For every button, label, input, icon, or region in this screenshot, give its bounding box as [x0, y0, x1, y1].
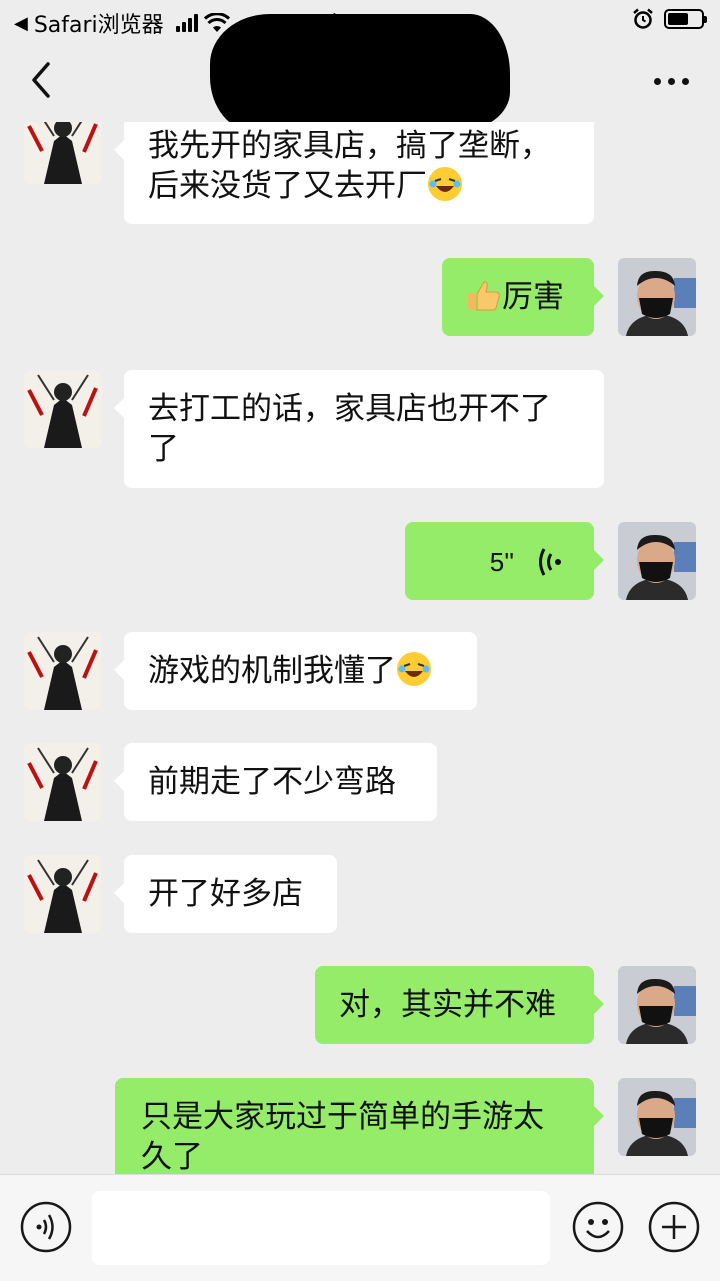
message-bubble-outgoing[interactable]: 只是大家玩过于简单的手游太 久了 [115, 1078, 604, 1174]
message-bubble-incoming[interactable]: 开了好多店 [114, 855, 337, 933]
message-text: 对，其实并不难 [339, 987, 556, 1023]
message-text: 去打工的话，家具店也开不了 [148, 391, 551, 427]
alarm-icon [633, 8, 653, 29]
message-bubble-incoming[interactable]: 游戏的机制我懂了 [114, 632, 477, 710]
message-bubble-outgoing[interactable]: 厉害 [442, 258, 604, 336]
contact-avatar[interactable] [24, 855, 102, 933]
my-avatar[interactable] [618, 258, 696, 336]
message-bubble-incoming[interactable]: 前期走了不少弯路 [114, 743, 437, 821]
thumbs-up-emoji-icon [468, 281, 500, 311]
message-text-line2: 久了 [141, 1139, 203, 1174]
message-text-line2: 了 [148, 431, 179, 467]
laughing-crying-emoji-icon [397, 652, 431, 686]
message-list[interactable]: 我先开的家具店，搞了垄断， 后来没货了又去开厂 厉害 去打工的话，家具店也开不了… [0, 122, 720, 1174]
my-avatar[interactable] [618, 1078, 696, 1156]
my-avatar[interactable] [618, 966, 696, 1044]
message-bubble-outgoing[interactable]: 对，其实并不难 [315, 966, 604, 1044]
add-more-icon[interactable] [648, 1201, 700, 1253]
contact-avatar[interactable] [24, 632, 102, 710]
message-text-line2: 后来没货了又去开厂 [148, 166, 570, 206]
message-bubble-incoming[interactable]: 我先开的家具店，搞了垄断， 后来没货了又去开厂 [114, 122, 594, 224]
message-text: 厉害 [502, 279, 564, 315]
status-right [632, 8, 707, 30]
message-text: 开了好多店 [148, 876, 303, 912]
voice-wave-icon [539, 548, 561, 576]
contact-avatar[interactable] [24, 370, 102, 448]
message-input[interactable] [92, 1191, 550, 1265]
emoji-icon[interactable] [572, 1201, 624, 1253]
input-bar [0, 1174, 720, 1281]
contact-avatar[interactable] [24, 122, 102, 184]
message-text: 只是大家玩过于简单的手游太 [141, 1099, 544, 1135]
message-text: 游戏的机制我懂了 [148, 653, 396, 689]
voice-input-icon[interactable] [20, 1201, 72, 1253]
redaction-scribble [210, 14, 510, 132]
more-options-icon[interactable] [654, 68, 700, 94]
voice-message-bubble[interactable]: 5'' [405, 522, 604, 600]
message-bubble-incoming[interactable]: 去打工的话，家具店也开不了 了 [114, 370, 604, 488]
message-text: 前期走了不少弯路 [148, 764, 396, 800]
chat-header: jiawei18067773116 [0, 14, 720, 132]
contact-avatar[interactable] [24, 743, 102, 821]
battery-icon [664, 9, 707, 29]
laughing-crying-emoji-icon [428, 167, 462, 201]
my-avatar[interactable] [618, 522, 696, 600]
voice-duration: 5'' [489, 547, 515, 577]
message-text: 我先开的家具店，搞了垄断， [148, 128, 551, 164]
